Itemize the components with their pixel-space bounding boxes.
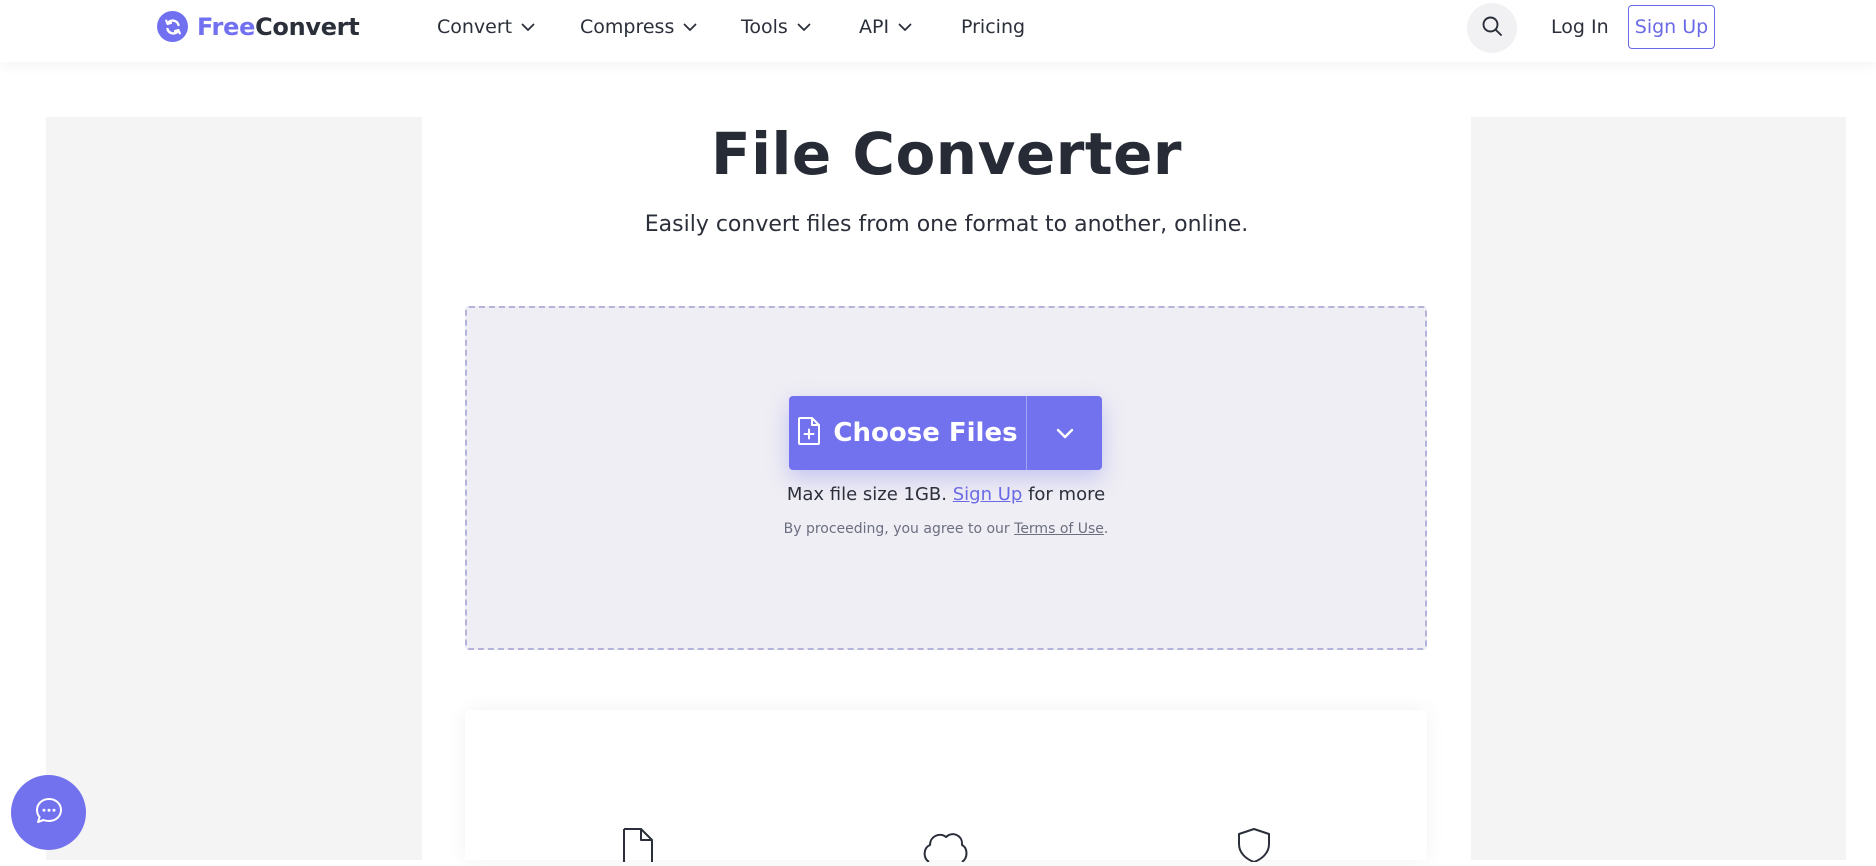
choose-files-control: Choose Files: [789, 396, 1102, 470]
page-subtitle: Easily convert files from one format to …: [644, 212, 1249, 237]
terms-prefix: By proceeding, you agree to our: [783, 521, 1010, 537]
file-plus-icon: [797, 416, 821, 450]
terms-suffix: .: [1103, 521, 1109, 537]
choose-files-button[interactable]: Choose Files: [789, 396, 1026, 470]
brand-name-convert: Convert: [255, 12, 360, 41]
nav-item-label: Convert: [437, 16, 513, 38]
chevron-down-icon: [683, 23, 697, 32]
logo-mark-icon: [157, 11, 188, 42]
nav-item-convert[interactable]: Convert: [437, 0, 535, 54]
choose-files-label: Choose Files: [833, 418, 1018, 448]
brand-logo[interactable]: FreeConvert: [157, 11, 360, 42]
signup-button[interactable]: Sign Up: [1628, 5, 1715, 49]
nav-item-tools[interactable]: Tools: [741, 0, 811, 54]
chevron-down-icon: [797, 23, 811, 32]
nav-item-api[interactable]: API: [859, 0, 912, 54]
nav-item-pricing[interactable]: Pricing: [961, 0, 1025, 54]
max-size-suffix: for more: [1028, 484, 1106, 505]
chat-icon: [34, 796, 64, 830]
chevron-down-icon: [1056, 424, 1074, 443]
file-dropzone[interactable]: [465, 306, 1427, 650]
cloud-icon: [922, 828, 968, 866]
top-navbar: FreeConvert Convert Compress Tools API P…: [0, 0, 1876, 62]
chevron-down-icon: [898, 23, 912, 32]
login-link[interactable]: Log In: [1551, 0, 1609, 54]
terms-of-use-link[interactable]: Terms of Use: [1014, 521, 1104, 537]
brand-name-free: Free: [197, 12, 256, 41]
file-icon: [621, 828, 655, 866]
nav-item-label: Pricing: [961, 16, 1026, 38]
brand-name: FreeConvert: [197, 12, 360, 41]
chevron-down-icon: [521, 23, 535, 32]
nav-item-label: Compress: [580, 16, 675, 38]
search-icon: [1480, 14, 1504, 42]
chat-launcher-button[interactable]: [11, 775, 86, 850]
nav-item-label: Tools: [741, 16, 788, 38]
max-size-text: Max file size 1GB.: [786, 484, 947, 505]
signup-inline-link[interactable]: Sign Up: [953, 484, 1023, 505]
right-ad-panel: [1471, 117, 1846, 860]
terms-note: By proceeding, you agree to our Terms of…: [465, 521, 1427, 537]
search-button[interactable]: [1467, 3, 1517, 53]
shield-icon: [1236, 828, 1272, 866]
nav-item-compress[interactable]: Compress: [580, 0, 697, 54]
upload-source-dropdown-button[interactable]: [1027, 396, 1102, 470]
nav-item-label: API: [859, 16, 890, 38]
left-ad-panel: [46, 117, 422, 860]
max-file-size-note: Max file size 1GB. Sign Up for more: [465, 484, 1427, 505]
page-title: File Converter: [710, 120, 1183, 188]
